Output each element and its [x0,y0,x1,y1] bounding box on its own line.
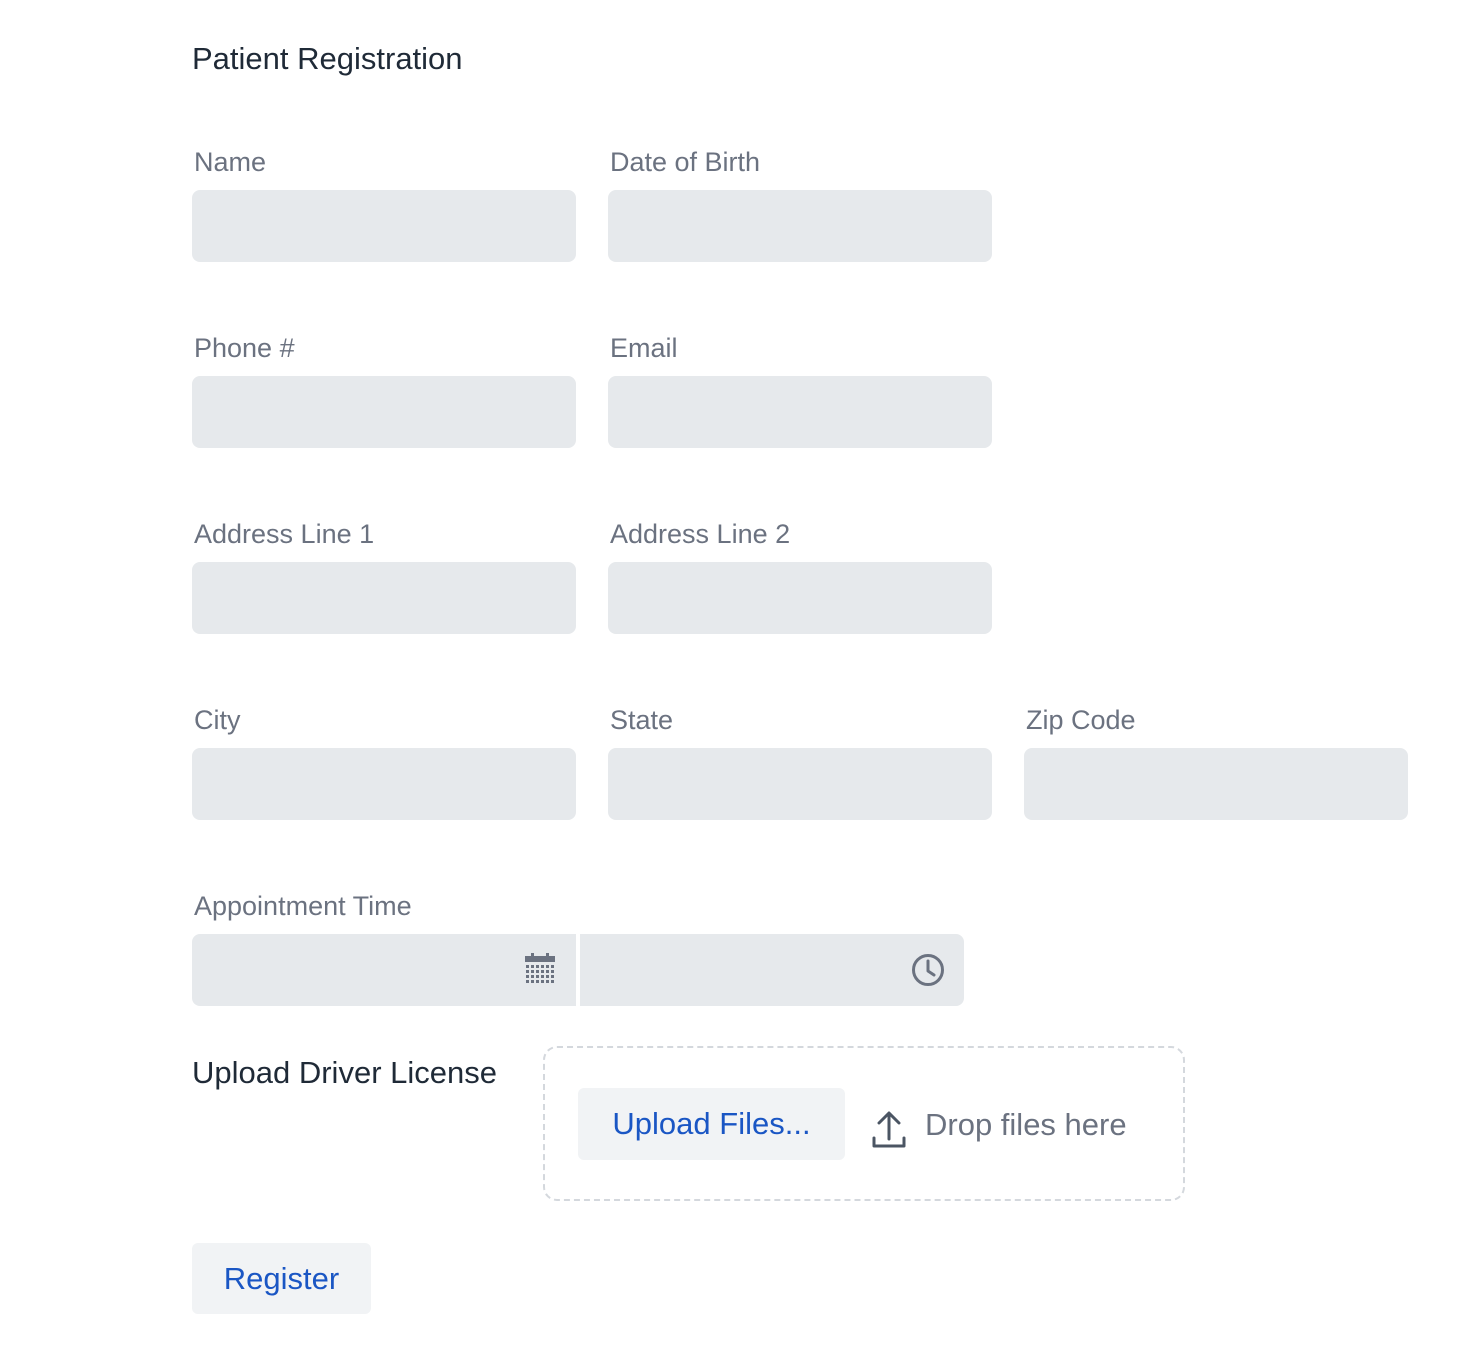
city-input[interactable] [192,748,576,820]
appointment-time-picker[interactable] [580,934,964,1006]
email-label: Email [610,333,678,363]
page-title: Patient Registration [192,41,463,76]
city-label: City [194,705,241,735]
address-line-2-input[interactable] [608,562,992,634]
email-input[interactable] [608,376,992,448]
appointment-time-label: Appointment Time [194,891,412,921]
file-dropzone[interactable]: Upload Files... Drop files here [543,1046,1185,1201]
dob-input[interactable] [608,190,992,262]
appointment-date-picker[interactable] [192,934,576,1006]
clock-icon[interactable] [910,952,946,988]
address-line-1-input[interactable] [192,562,576,634]
zip-code-input[interactable] [1024,748,1408,820]
state-input[interactable] [608,748,992,820]
phone-input[interactable] [192,376,576,448]
calendar-icon[interactable] [522,952,558,988]
phone-label: Phone # [194,333,295,363]
name-label: Name [194,147,267,177]
upload-driver-license-label: Upload Driver License [192,1055,497,1090]
state-label: State [610,705,674,735]
address-line-2-label: Address Line 2 [610,519,791,549]
address-line-1-label: Address Line 1 [194,519,375,549]
name-input[interactable] [192,190,576,262]
upload-icon [871,1109,907,1149]
register-button[interactable]: Register [192,1243,371,1314]
dob-label: Date of Birth [610,147,761,177]
drop-files-hint: Drop files here [925,1107,1127,1142]
zip-code-label: Zip Code [1026,705,1136,735]
upload-files-button[interactable]: Upload Files... [578,1088,845,1160]
